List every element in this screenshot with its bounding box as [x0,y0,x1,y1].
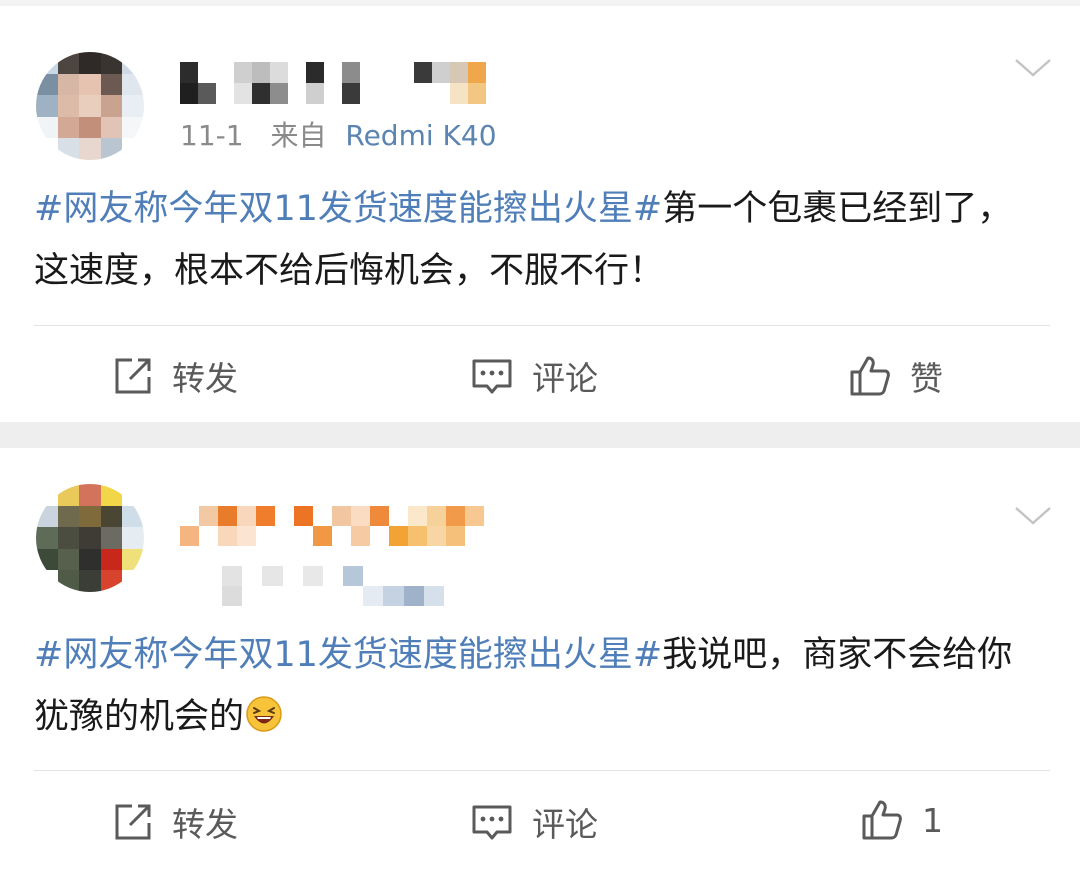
thumbs-up-icon [862,800,902,840]
repost-icon [115,804,151,840]
repost-label: 转发 [172,359,238,398]
chevron-down-icon[interactable] [1014,58,1052,78]
meta-pixelated [222,566,444,606]
post-card: #网友称今年双11发货速度能擦出火星#我说吧，商家不会给你犹豫的机会的 转发 评… [0,448,1080,869]
post-card: 11-1 来自 Redmi K40 #网友称今年双11发货速度能擦出火星#第一个… [0,0,1080,422]
source-device[interactable]: Redmi K40 [345,119,496,152]
repost-label: 转发 [172,805,238,844]
source-prefix: 来自 [270,119,327,152]
avatar[interactable] [36,52,144,160]
divider [34,325,1050,326]
top-edge [0,0,1080,6]
topic-link[interactable]: #网友称今年双11发货速度能擦出火星# [34,635,662,675]
like-button[interactable]: 赞 [848,352,943,400]
like-label: 赞 [910,359,943,398]
divider [34,770,1050,771]
comment-label: 评论 [532,805,598,844]
comment-button[interactable]: 评论 [470,798,598,846]
repost-button[interactable]: 转发 [112,352,238,400]
thumbs-up-icon [850,356,890,396]
comment-label: 评论 [532,359,598,398]
avatar-pixelated [36,52,144,160]
like-count: 1 [922,800,943,840]
post-text: #网友称今年双11发货速度能擦出火星#第一个包裹已经到了，这速度，根本不给后悔机… [34,178,1044,302]
post-time: 11-1 [180,119,244,152]
comment-icon [472,359,512,394]
post-text: #网友称今年双11发货速度能擦出火星#我说吧，商家不会给你犹豫的机会的 [34,624,1044,748]
repost-icon [115,358,151,394]
post-meta: 11-1 来自 Redmi K40 [180,114,497,154]
topic-link[interactable]: #网友称今年双11发货速度能擦出火星# [34,189,662,229]
avatar[interactable] [36,484,144,592]
username-pixelated[interactable] [180,62,504,104]
comment-icon [472,805,512,840]
laughing-emoji [246,696,282,732]
avatar-pixelated [36,484,144,592]
username-pixelated[interactable] [180,506,484,546]
chevron-down-icon[interactable] [1014,506,1052,526]
like-button[interactable]: 1 [860,798,943,842]
repost-button[interactable]: 转发 [112,798,238,846]
comment-button[interactable]: 评论 [470,352,598,400]
